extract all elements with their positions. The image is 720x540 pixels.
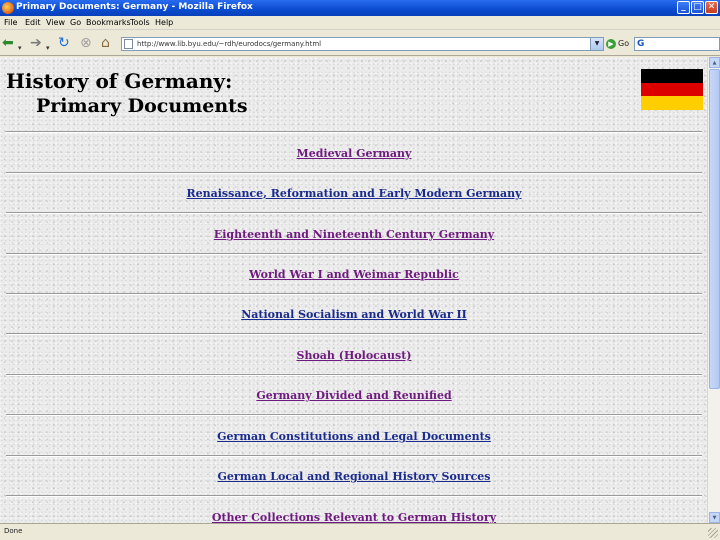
forward-icon[interactable]: ➔: [30, 34, 42, 52]
divider: [6, 131, 702, 133]
divider: [6, 414, 702, 416]
title-bar: Primary Documents: Germany - Mozilla Fir…: [0, 0, 720, 16]
link-medieval-germany[interactable]: Medieval Germany: [6, 147, 702, 160]
page-title-line2: Primary Documents: [36, 95, 248, 117]
divider: [6, 455, 702, 457]
link-national-socialism-ww2[interactable]: National Socialism and World War II: [6, 308, 702, 321]
page-title-line1: History of Germany:: [6, 69, 233, 93]
url-input[interactable]: [137, 38, 577, 50]
link-world-war-one-weimar[interactable]: World War I and Weimar Republic: [6, 268, 702, 281]
forward-dropdown-icon[interactable]: ▾: [46, 39, 50, 57]
menu-go[interactable]: Go: [70, 18, 81, 27]
link-eighteenth-nineteenth-century[interactable]: Eighteenth and Nineteenth Century German…: [6, 228, 702, 241]
menu-bookmarks[interactable]: Bookmarks: [86, 18, 131, 27]
page-icon: [124, 39, 133, 49]
back-dropdown-icon[interactable]: ▾: [18, 39, 22, 57]
reload-icon[interactable]: ↻: [58, 34, 70, 52]
status-bar: Done: [0, 523, 720, 540]
flag-stripe-gold: [641, 96, 703, 110]
link-german-constitutions[interactable]: German Constitutions and Legal Documents: [6, 430, 702, 443]
stop-icon[interactable]: ⊗: [80, 34, 92, 52]
page-content: History of Germany: Primary Documents Me…: [0, 57, 707, 523]
window-title: Primary Documents: Germany - Mozilla Fir…: [16, 2, 253, 12]
search-box[interactable]: G: [634, 37, 720, 51]
home-icon[interactable]: ⌂: [101, 34, 110, 52]
vertical-scrollbar[interactable]: ▲ ▼: [707, 57, 720, 523]
menu-tools[interactable]: Tools: [130, 18, 150, 27]
go-button[interactable]: ▶ Go: [606, 37, 632, 51]
go-icon: ▶: [606, 38, 616, 49]
divider: [6, 333, 702, 335]
divider: [6, 172, 702, 174]
link-renaissance-reformation[interactable]: Renaissance, Reformation and Early Moder…: [6, 187, 702, 200]
maximize-button[interactable]: □: [691, 1, 704, 14]
german-flag-image: [641, 69, 703, 110]
flag-stripe-red: [641, 82, 703, 97]
link-shoah-holocaust[interactable]: Shoah (Holocaust): [6, 349, 702, 362]
link-other-collections[interactable]: Other Collections Relevant to German His…: [6, 511, 702, 523]
scrollbar-thumb[interactable]: [709, 69, 720, 389]
google-icon[interactable]: G: [637, 39, 644, 49]
menu-file[interactable]: File: [4, 18, 17, 27]
status-text: Done: [4, 527, 23, 535]
back-icon[interactable]: ⬅: [2, 34, 14, 52]
navigation-toolbar: ⬅ ▾ ➔ ▾ ↻ ⊗ ⌂ ▼ ▶Go G: [0, 31, 720, 56]
go-label: Go: [618, 39, 630, 48]
scroll-down-icon[interactable]: ▼: [709, 512, 720, 523]
divider: [6, 374, 702, 376]
firefox-icon: [2, 2, 14, 14]
menu-view[interactable]: View: [46, 18, 65, 27]
address-bar[interactable]: ▼: [121, 37, 604, 51]
divider: [6, 293, 702, 295]
divider: [6, 253, 702, 255]
scroll-up-icon[interactable]: ▲: [709, 57, 720, 68]
resize-grip-icon[interactable]: [708, 528, 718, 538]
divider: [6, 495, 702, 497]
link-local-regional-history[interactable]: German Local and Regional History Source…: [6, 470, 702, 483]
menu-edit[interactable]: Edit: [25, 18, 41, 27]
menu-help[interactable]: Help: [155, 18, 173, 27]
flag-stripe-black: [641, 69, 703, 83]
url-dropdown-icon[interactable]: ▼: [590, 38, 603, 50]
menu-bar: File Edit View Go Bookmarks Tools Help: [0, 16, 720, 30]
minimize-button[interactable]: _: [677, 1, 690, 14]
close-button[interactable]: ✕: [705, 1, 718, 14]
link-germany-divided-reunified[interactable]: Germany Divided and Reunified: [6, 389, 702, 402]
divider: [6, 212, 702, 214]
